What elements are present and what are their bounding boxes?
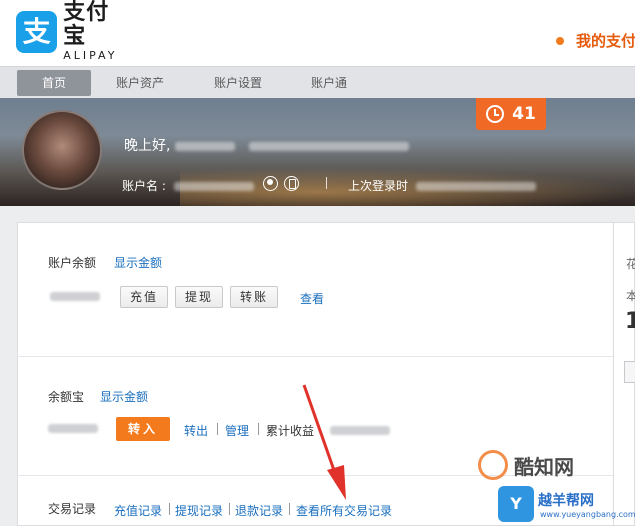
main-nav: 首页 账户资产 账户设置 账户通 [0,66,635,98]
pipe-separator [289,503,290,515]
alipay-home-page: 支 支付宝 ALIPAY 我的支付 首页 账户资产 账户设置 账户通 晚上好, … [0,0,635,526]
wifi-logo-icon: Y [498,486,534,522]
blurred-yuebao-amount [48,424,98,433]
all-transactions-link[interactable]: 查看所有交易记录 [296,502,392,519]
pipe-separator [258,423,259,435]
recharge-records-link[interactable]: 充值记录 [114,502,162,519]
logo-en: ALIPAY [63,49,118,62]
balance-label: 账户余额 [48,256,97,270]
side-button[interactable] [624,361,635,383]
alarm-count: 41 [512,104,536,124]
blurred-cumulative [330,426,390,435]
greeting: 晚上好, [124,135,410,155]
account-name-label: 账户名 : [122,179,166,193]
watermark-url: www.yueyangbang.com [540,510,635,519]
side-text-1: 花 [626,257,635,271]
blurred-balance [50,292,100,301]
pipe-separator [217,423,218,435]
cumulative-earnings-label: 累计收益 [266,424,315,438]
my-alipay-link[interactable]: 我的支付 [556,30,635,51]
transfer-in-button[interactable]: 转入 [116,417,170,441]
alarm-reminder-badge[interactable]: 41 [476,98,546,130]
manage-link[interactable]: 管理 [225,422,249,439]
withdraw-records-link[interactable]: 提现记录 [175,502,223,519]
last-login-row: 上次登录时 [348,177,536,194]
blurred-last-login [415,182,536,191]
nav-account-settings[interactable]: 账户设置 [198,70,278,96]
withdraw-button[interactable]: 提现 [175,286,223,308]
transfer-button[interactable]: 转账 [230,286,278,308]
last-login-label: 上次登录时 [348,179,409,193]
side-panel: 花 本 1 [614,222,635,526]
assets-panel: 账户余额 显示金额 充值 提现 转账 查看 余额宝 显示金额 转入 转出 管理 … [17,222,614,526]
watermark-brand-2: 越羊帮网 [538,493,594,509]
side-big-number: 1 [625,309,635,334]
blurred-account-name [173,182,254,191]
side-text-2: 本 [626,289,635,303]
watermark-circle-icon [478,450,508,480]
avatar[interactable] [22,110,102,190]
balance-show-amount-link[interactable]: 显示金额 [114,254,162,271]
transfer-out-link[interactable]: 转出 [184,422,208,439]
pipe-separator [169,503,170,515]
recharge-button[interactable]: 充值 [120,286,168,308]
pipe-separator [229,503,230,515]
yuebao-show-amount-link[interactable]: 显示金额 [100,388,148,405]
user-verify-icon[interactable] [263,176,278,191]
watermark-brand-1: 酷知网 [514,454,574,479]
orange-dot-icon [556,36,564,45]
blurred-message [249,141,410,151]
nav-account-tong[interactable]: 账户通 [296,70,362,96]
phone-bind-icon[interactable] [284,176,299,191]
records-label: 交易记录 [48,502,97,516]
section-divider-1 [18,356,613,357]
top-header: 支 支付宝 ALIPAY 我的支付 [0,0,635,66]
greeting-text: 晚上好, [124,138,171,154]
blurred-username [174,141,235,151]
account-name-row: 账户名 : [122,177,254,194]
alarm-clock-icon [486,105,505,123]
my-alipay-label: 我的支付 [576,32,635,50]
banner-separator [326,177,327,189]
nav-home[interactable]: 首页 [17,70,91,96]
nav-account-assets[interactable]: 账户资产 [100,70,180,96]
logo-cn: 支付宝 [63,0,110,49]
logo-text: 支付宝 ALIPAY [63,1,131,63]
kuzhi-watermark: 酷知网 [478,450,574,480]
yueyang-watermark: Y 越羊帮网 www.yueyangbang.com [498,486,635,526]
yuebao-label: 余额宝 [48,390,85,404]
alipay-logo[interactable]: 支 支付宝 ALIPAY [16,1,131,62]
refund-records-link[interactable]: 退款记录 [235,502,283,519]
view-balance-link[interactable]: 查看 [300,290,324,307]
alipay-logo-icon: 支 [16,11,58,53]
